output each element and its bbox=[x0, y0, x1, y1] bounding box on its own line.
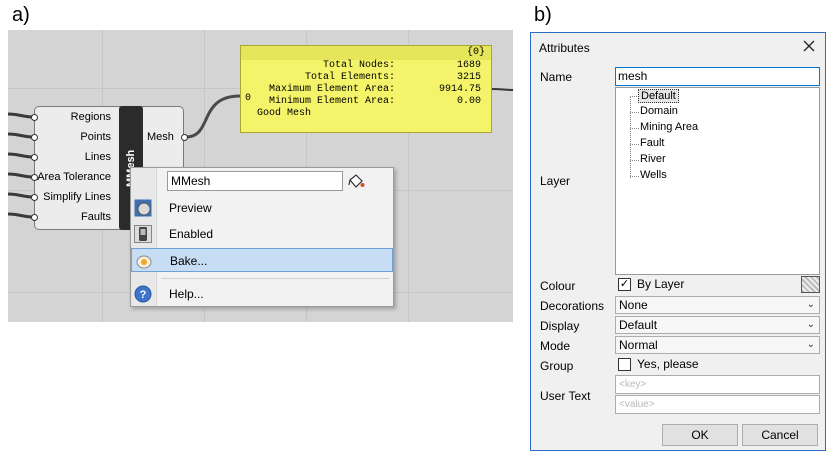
attributes-dialog: Attributes Name mesh Layer Default Domai… bbox=[530, 32, 826, 451]
group-label: Group bbox=[540, 359, 574, 373]
mode-label: Mode bbox=[540, 339, 571, 353]
decorations-label: Decorations bbox=[540, 299, 605, 313]
output-port[interactable] bbox=[181, 134, 188, 141]
preview-icon bbox=[134, 199, 152, 217]
output-panel[interactable]: {0} Total Nodes: 1689 Total Elements: 3215… bbox=[240, 45, 492, 133]
tree-connector bbox=[630, 144, 639, 145]
menu-item-label: Preview bbox=[169, 201, 212, 215]
grasshopper-canvas[interactable]: Regions Points Lines Area Tolerance Simp… bbox=[8, 30, 513, 322]
group-text: Yes, please bbox=[637, 357, 699, 371]
layer-label: Layer bbox=[540, 174, 571, 188]
tree-connector bbox=[630, 128, 639, 129]
menu-item-label: Bake... bbox=[170, 254, 208, 268]
decorations-value: None bbox=[619, 298, 648, 312]
colour-label: Colour bbox=[540, 279, 576, 293]
svg-text:?: ? bbox=[140, 289, 147, 301]
chevron-down-icon: ⌄ bbox=[806, 319, 815, 330]
output-mesh[interactable]: Mesh bbox=[147, 131, 174, 143]
group-checkbox[interactable] bbox=[618, 358, 631, 371]
chevron-down-icon: ⌄ bbox=[806, 299, 815, 310]
panel-b-label: b) bbox=[534, 4, 552, 26]
name-label: Name bbox=[540, 70, 573, 84]
menu-item-preview[interactable]: Preview bbox=[131, 196, 393, 220]
input-points[interactable]: Points bbox=[80, 131, 111, 143]
tree-connector bbox=[630, 176, 639, 177]
user-text-label: User Text bbox=[540, 389, 591, 403]
input-port[interactable] bbox=[31, 154, 38, 161]
dialog-title: Attributes bbox=[539, 41, 590, 55]
user-text-value-input[interactable]: <value> bbox=[615, 395, 820, 414]
component-name-input[interactable]: MMesh bbox=[167, 171, 343, 191]
layer-item-domain[interactable]: Domain bbox=[640, 105, 678, 117]
panel-key: Total Nodes: bbox=[322, 60, 395, 71]
tree-connector bbox=[630, 160, 639, 161]
panel-row: Total Elements: 3215 bbox=[241, 72, 491, 84]
panel-status-row: Good Mesh bbox=[241, 108, 491, 120]
ok-button[interactable]: OK bbox=[662, 424, 738, 446]
mode-dropdown[interactable]: Normal ⌄ bbox=[615, 336, 820, 354]
enabled-icon bbox=[134, 225, 152, 243]
user-text-key-input[interactable]: <key> bbox=[615, 375, 820, 394]
input-port[interactable] bbox=[31, 214, 38, 221]
decorations-dropdown[interactable]: None ⌄ bbox=[615, 296, 820, 314]
menu-item-help[interactable]: ? Help... bbox=[131, 282, 393, 306]
by-layer-text: By Layer bbox=[637, 277, 685, 291]
menu-separator bbox=[161, 278, 389, 279]
input-port[interactable] bbox=[31, 134, 38, 141]
panel-key: Total Elements: bbox=[304, 72, 395, 83]
panel-key: Minimum Element Area: bbox=[268, 96, 395, 107]
panel-row: Minimum Element Area: 0.00 bbox=[241, 96, 491, 108]
tree-connector bbox=[630, 112, 639, 113]
panel-row: Total Nodes: 1689 bbox=[241, 60, 491, 72]
input-regions[interactable]: Regions bbox=[71, 111, 111, 123]
panel-a-label: a) bbox=[12, 4, 30, 26]
panel-index: 0 bbox=[245, 93, 252, 104]
display-label: Display bbox=[540, 319, 580, 333]
panel-key: Maximum Element Area: bbox=[268, 84, 395, 95]
mode-value: Normal bbox=[619, 338, 658, 352]
context-menu: MMesh Preview Enabled Bake... ? Help... bbox=[130, 167, 394, 307]
panel-value: 3215 bbox=[456, 72, 481, 83]
panel-path-header: {0} bbox=[241, 46, 491, 60]
close-icon[interactable] bbox=[799, 36, 819, 56]
menu-item-label: Enabled bbox=[169, 227, 214, 241]
input-port[interactable] bbox=[31, 114, 38, 121]
layer-item-river[interactable]: River bbox=[640, 153, 666, 165]
panel-row: Maximum Element Area: 9914.75 bbox=[241, 84, 491, 96]
display-value: Default bbox=[619, 318, 658, 332]
panel-value: 9914.75 bbox=[438, 84, 481, 95]
panel-value: 1689 bbox=[456, 60, 481, 71]
bake-icon bbox=[136, 255, 152, 269]
layer-item-wells[interactable]: Wells bbox=[640, 169, 667, 181]
name-input[interactable]: mesh bbox=[615, 67, 820, 86]
menu-item-enabled[interactable]: Enabled bbox=[131, 222, 393, 246]
input-area-tolerance[interactable]: Area Tolerance bbox=[37, 171, 111, 183]
panel-status: Good Mesh bbox=[257, 108, 312, 119]
menu-item-bake[interactable]: Bake... bbox=[131, 248, 393, 272]
input-lines[interactable]: Lines bbox=[85, 151, 111, 163]
input-faults[interactable]: Faults bbox=[81, 211, 111, 223]
display-dropdown[interactable]: Default ⌄ bbox=[615, 316, 820, 334]
chevron-down-icon: ⌄ bbox=[806, 339, 815, 350]
tree-connector bbox=[630, 96, 631, 178]
help-icon: ? bbox=[134, 285, 152, 303]
layer-item-mining-area[interactable]: Mining Area bbox=[640, 121, 698, 133]
cancel-button[interactable]: Cancel bbox=[742, 424, 818, 446]
colour-swatch[interactable] bbox=[801, 276, 820, 293]
layer-item-fault[interactable]: Fault bbox=[640, 137, 664, 149]
layer-tree[interactable]: Default Domain Mining Area Fault River W… bbox=[615, 87, 820, 275]
panel-value: 0.00 bbox=[456, 96, 481, 107]
by-layer-checkbox[interactable]: ✓ bbox=[618, 278, 631, 291]
input-simplify-lines[interactable]: Simplify Lines bbox=[43, 191, 111, 203]
paint-bucket-icon[interactable] bbox=[347, 173, 365, 189]
input-port[interactable] bbox=[31, 174, 38, 181]
menu-item-label: Help... bbox=[169, 287, 204, 301]
layer-item-default[interactable]: Default bbox=[638, 89, 679, 103]
input-port[interactable] bbox=[31, 194, 38, 201]
